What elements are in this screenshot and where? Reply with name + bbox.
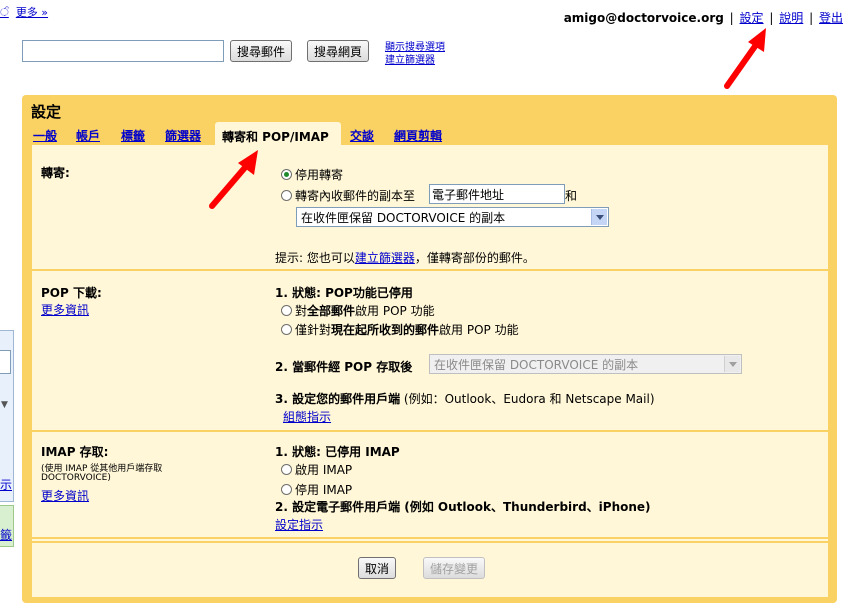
arrow-to-active-tab	[209, 150, 258, 209]
annotation-arrows	[209, 28, 766, 209]
arrow-to-settings-link	[724, 28, 766, 89]
